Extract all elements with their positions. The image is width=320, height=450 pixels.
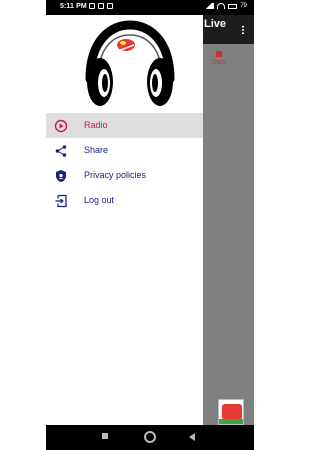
- shield-icon: [56, 170, 66, 182]
- back-icon[interactable]: [189, 433, 195, 441]
- radio-icon: [54, 119, 68, 133]
- headphones-logo: [85, 20, 175, 106]
- battery-icon: [228, 3, 238, 9]
- drawer-header: [46, 15, 203, 113]
- youtube-icon: [98, 3, 104, 9]
- logout-icon: [55, 194, 67, 208]
- drawer-item-privacy[interactable]: Privacy policies: [46, 163, 203, 188]
- stop-button[interactable]: Stop: [210, 51, 228, 66]
- drawer-item-share[interactable]: Share: [46, 138, 203, 163]
- drawer-item-label: Log out: [84, 195, 115, 205]
- recent-apps-icon[interactable]: [102, 433, 108, 439]
- alarm-icon: [89, 3, 95, 9]
- wifi-icon: [217, 3, 226, 9]
- drawer-item-label: Radio: [84, 120, 108, 130]
- status-time: 5:11 PM: [60, 3, 87, 10]
- navigation-drawer: Radio Share Privacy policies Log out: [46, 15, 203, 425]
- ad-banner[interactable]: [218, 399, 244, 425]
- ad-image: [222, 404, 242, 420]
- app-title: Live: [204, 18, 227, 30]
- stop-label: Stop: [211, 59, 227, 66]
- drawer-item-logout[interactable]: Log out: [46, 188, 203, 213]
- system-status-icons: 79: [204, 3, 247, 9]
- drawer-item-radio[interactable]: Radio: [46, 113, 203, 138]
- drawer-item-label: Privacy policies: [84, 170, 147, 180]
- status-bar: 5:11 PM 79: [46, 0, 254, 15]
- phone-screen: 5:11 PM 79 Live Stop Radio Share Privacy…: [46, 0, 254, 450]
- drawer-menu: Radio Share Privacy policies Log out: [46, 113, 203, 213]
- system-nav-bar: [46, 425, 254, 450]
- ad-strip: [219, 419, 243, 424]
- overflow-menu-icon[interactable]: [242, 25, 244, 35]
- instagram-icon: [107, 3, 113, 9]
- home-icon[interactable]: [144, 431, 156, 443]
- stop-icon: [216, 51, 222, 57]
- signal-icon: [204, 3, 215, 9]
- battery-level: 79: [240, 3, 247, 9]
- drawer-item-label: Share: [84, 145, 109, 155]
- share-icon: [55, 145, 67, 157]
- notification-icons: [89, 3, 113, 9]
